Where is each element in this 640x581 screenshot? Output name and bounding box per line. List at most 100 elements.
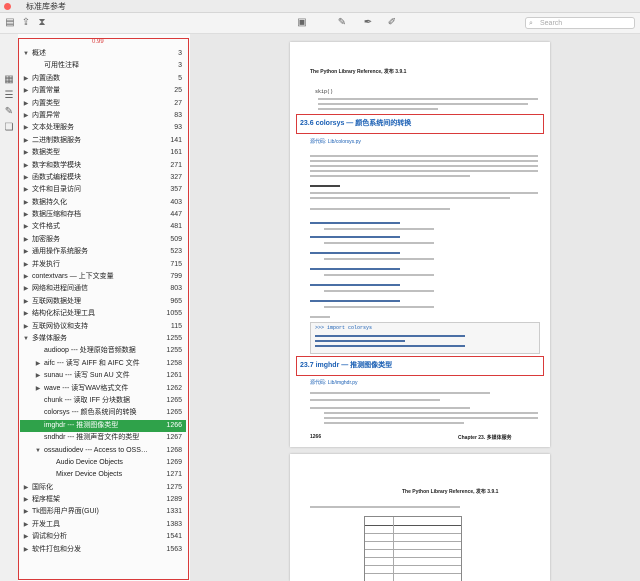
- disclosure-closed-icon[interactable]: ▶: [22, 73, 30, 85]
- toc-item[interactable]: ▶ contextvars — 上下文变量 799: [20, 271, 186, 283]
- close-window-button[interactable]: [4, 3, 11, 10]
- toc-item-page: 403: [170, 198, 182, 206]
- disclosure-closed-icon[interactable]: ▶: [22, 172, 30, 184]
- toc-item-label: colorsys --- 颜色系统间的转换: [44, 409, 137, 417]
- disclosure-closed-icon[interactable]: ▶: [34, 370, 42, 382]
- toc-item[interactable]: audioop --- 处理原始音频数据 1255: [20, 345, 186, 357]
- disclosure-closed-icon[interactable]: ▶: [22, 296, 30, 308]
- toc-item[interactable]: ▶ 并发执行 715: [20, 259, 186, 271]
- toc-item[interactable]: ▶ 内置类型 27: [20, 98, 186, 110]
- disclosure-closed-icon[interactable]: ▶: [22, 259, 30, 271]
- disclosure-closed-icon[interactable]: ▶: [22, 122, 30, 134]
- annotate-icon[interactable]: ✐: [386, 17, 398, 29]
- disclosure-closed-icon[interactable]: ▶: [34, 358, 42, 370]
- toc-item-label: 并发执行: [32, 260, 60, 268]
- toc-item[interactable]: ▶ 软件打包和分发 1563: [20, 544, 186, 556]
- toc-item[interactable]: ▶ 内置函数 5: [20, 73, 186, 85]
- toc-item[interactable]: ▶ 数字和数学模块 271: [20, 160, 186, 172]
- disclosure-closed-icon[interactable]: ▶: [22, 234, 30, 246]
- toc-item[interactable]: ▼ossaudiodev --- Access to OSS-compa... 1…: [20, 445, 186, 457]
- document-view[interactable]: The Python Library Reference, 发布 3.9.1 s…: [190, 34, 640, 581]
- disclosure-closed-icon[interactable]: ▶: [22, 506, 30, 518]
- toc-item[interactable]: ▶ 文本处理服务 93: [20, 122, 186, 134]
- disclosure-closed-icon[interactable]: ▶: [22, 494, 30, 506]
- disclosure-open-icon[interactable]: ▼: [22, 48, 30, 60]
- toc-item[interactable]: ▶ 互联网协议和支持 115: [20, 321, 186, 333]
- disclosure-closed-icon[interactable]: ▶: [22, 531, 30, 543]
- page-view-icon[interactable]: ▣: [296, 17, 308, 29]
- toc-item-label: audioop --- 处理原始音频数据: [44, 347, 136, 355]
- disclosure-closed-icon[interactable]: ▶: [22, 98, 30, 110]
- disclosure-closed-icon[interactable]: ▶: [22, 246, 30, 258]
- toc-item[interactable]: ▶ 调试和分析 1541: [20, 531, 186, 543]
- toc-item[interactable]: ▶ 内置异常 83: [20, 110, 186, 122]
- share-icon[interactable]: ⇪: [20, 17, 32, 29]
- toc-item[interactable]: ▶ Tk图形用户界面(GUI) 1331: [20, 506, 186, 518]
- toc-item[interactable]: imghdr --- 推测图像类型 1266: [20, 419, 186, 433]
- toc-item-label: 数据类型: [32, 149, 60, 157]
- toc-item[interactable]: ▶ sunau --- 读写 Sun AU 文件 1261: [20, 370, 186, 382]
- disclosure-closed-icon[interactable]: ▶: [22, 135, 30, 147]
- disclosure-closed-icon[interactable]: ▶: [22, 197, 30, 209]
- disclosure-closed-icon[interactable]: ▶: [22, 271, 30, 283]
- toc-item[interactable]: ▶ 网络和进程间通信 803: [20, 283, 186, 295]
- disclosure-closed-icon[interactable]: ▶: [22, 147, 30, 159]
- markup-icon[interactable]: ✒: [362, 17, 374, 29]
- disclosure-closed-icon[interactable]: ▶: [22, 160, 30, 172]
- toc-item[interactable]: colorsys --- 颜色系统间的转换 1265: [20, 407, 186, 419]
- disclosure-closed-icon[interactable]: ▶: [22, 308, 30, 320]
- disclosure-closed-icon[interactable]: ▶: [22, 209, 30, 221]
- toc-item[interactable]: ▶ 互联网数据处理 965: [20, 296, 186, 308]
- bookmarks-icon[interactable]: ❏: [3, 122, 15, 134]
- search-icon: ⌕: [529, 20, 533, 27]
- disclosure-open-icon[interactable]: ▼: [22, 333, 30, 345]
- source-link-colorsys[interactable]: 源代码: Lib/colorsys.py: [310, 138, 361, 145]
- toc-item[interactable]: ▶ 数据压缩和存档 447: [20, 209, 186, 221]
- recent-icon[interactable]: ⧗: [36, 17, 48, 29]
- toc-item[interactable]: ▼ 多媒体服务 1255: [20, 333, 186, 345]
- toc-item[interactable]: ▶ 程序框架 1289: [20, 494, 186, 506]
- toc-item[interactable]: ▶ 数据持久化 403: [20, 197, 186, 209]
- notes-icon[interactable]: ✎: [3, 106, 15, 118]
- toc-item[interactable]: ▶ 文件和目录访问 357: [20, 184, 186, 196]
- disclosure-closed-icon[interactable]: ▶: [22, 110, 30, 122]
- toc-item[interactable]: ▶ aifc --- 读写 AIFF 和 AIFC 文件 1258: [20, 358, 186, 370]
- source-link-imghdr[interactable]: 源代码: Lib/imghdr.py: [310, 379, 358, 386]
- disclosure-closed-icon[interactable]: ▶: [22, 283, 30, 295]
- toc-item[interactable]: ▶ 内置常量 25: [20, 85, 186, 97]
- disclosure-closed-icon[interactable]: ▶: [22, 482, 30, 494]
- toc-item[interactable]: ▶ 通用操作系统服务 523: [20, 246, 186, 258]
- toc-item[interactable]: ▶ 开发工具 1383: [20, 519, 186, 531]
- disclosure-closed-icon[interactable]: ▶: [22, 321, 30, 333]
- toc-item[interactable]: 可用性注释 3: [20, 60, 186, 72]
- toc-item[interactable]: ▶ 加密服务 509: [20, 234, 186, 246]
- disclosure-closed-icon[interactable]: ▶: [22, 544, 30, 556]
- disclosure-closed-icon[interactable]: ▶: [22, 221, 30, 233]
- disclosure-closed-icon[interactable]: ▶: [34, 383, 42, 395]
- toc-item[interactable]: ▶ 二进制数据服务 141: [20, 135, 186, 147]
- toc-item[interactable]: Audio Device Objects 1269: [20, 457, 186, 469]
- toc-item[interactable]: ▶ 文件格式 481: [20, 221, 186, 233]
- toc-item[interactable]: ▼ 概述 3: [20, 48, 186, 60]
- toc-item[interactable]: ▶ 函数式编程模块 327: [20, 172, 186, 184]
- disclosure-closed-icon[interactable]: ▶: [22, 519, 30, 531]
- search-input[interactable]: ⌕ Search: [525, 17, 635, 29]
- disclosure-open-icon[interactable]: ▼: [34, 445, 42, 457]
- toc-item[interactable]: chunk --- 读取 IFF 分块数据 1265: [20, 395, 186, 407]
- code-block: >>> import colorsys: [310, 322, 540, 354]
- toc-item-page: 799: [170, 273, 182, 281]
- toc-item[interactable]: ▶ 国际化 1275: [20, 482, 186, 494]
- toc-icon[interactable]: ☰: [3, 90, 15, 102]
- toc-item[interactable]: sndhdr --- 推测声音文件的类型 1267: [20, 432, 186, 444]
- highlight-icon[interactable]: ✎: [336, 17, 348, 29]
- thumbnails-icon[interactable]: ▦: [3, 74, 15, 86]
- disclosure-closed-icon[interactable]: ▶: [22, 184, 30, 196]
- toc-item[interactable]: Mixer Device Objects 1271: [20, 469, 186, 481]
- sidebar-toggle-icon[interactable]: ▤: [4, 17, 16, 29]
- toc-item[interactable]: ▶ wave --- 读写WAV格式文件 1262: [20, 383, 186, 395]
- toc-item[interactable]: ▶ 数据类型 161: [20, 147, 186, 159]
- toc-item-page: 3: [178, 62, 182, 70]
- disclosure-closed-icon[interactable]: ▶: [22, 85, 30, 97]
- toc-item[interactable]: ▶ 结构化标记处理工具 1055: [20, 308, 186, 320]
- toc-item-page: 1563: [166, 545, 182, 553]
